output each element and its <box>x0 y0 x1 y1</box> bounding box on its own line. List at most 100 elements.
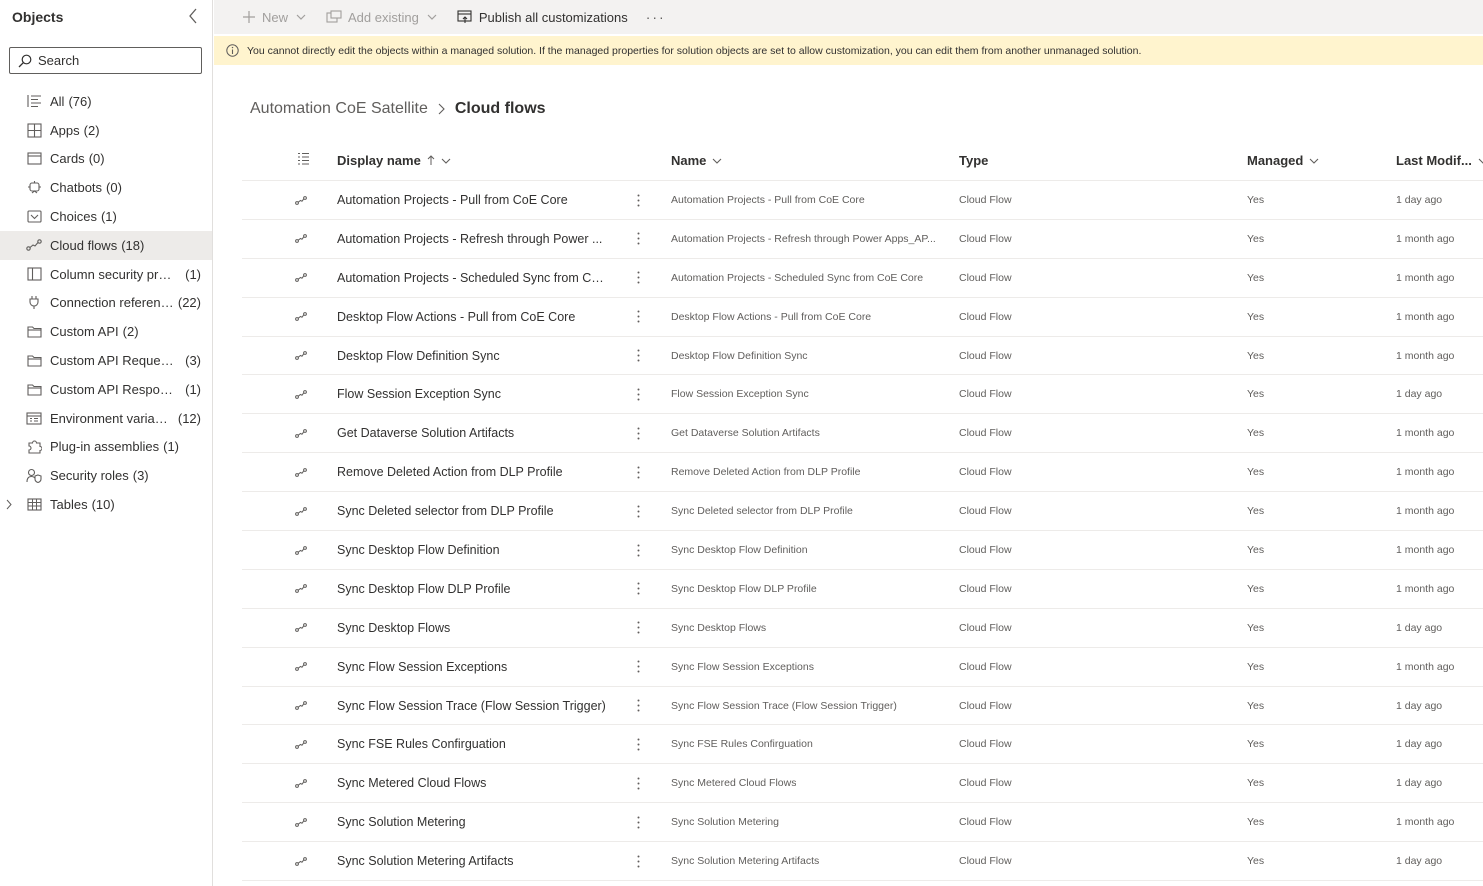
table-row[interactable]: Sync Deleted selector from DLP Profile Sy… <box>242 492 1483 532</box>
table-row[interactable]: Sync Desktop Flow Definition Sync Desktop… <box>242 531 1483 570</box>
object-type-list: All (76) Apps (2) Cards (0) Chatbots (0) Choices… <box>0 87 212 519</box>
display-name-cell[interactable]: Automation Projects - Pull from CoE Core <box>337 181 607 219</box>
row-more-options-button[interactable] <box>632 414 644 452</box>
row-more-options-button[interactable] <box>632 687 644 725</box>
display-name-text: Remove Deleted Action from DLP Profile <box>337 465 563 480</box>
table-row[interactable]: Sync Metered Cloud Flows Sync Metered Clo… <box>242 764 1483 804</box>
column-header-type[interactable]: Type <box>959 153 988 168</box>
sidebar-item-security-roles[interactable]: Security roles (3) <box>0 461 212 490</box>
row-more-options-button[interactable] <box>632 298 644 336</box>
column-header-name[interactable]: Name <box>671 153 722 168</box>
column-header-display-name[interactable]: Display name <box>337 153 451 168</box>
table-row[interactable]: Desktop Flow Actions - Pull from CoE Cor… <box>242 298 1483 337</box>
table-row[interactable]: Sync FSE Rules Confirguation Sync FSE Rul… <box>242 725 1483 765</box>
display-name-cell[interactable]: Get Dataverse Solution Artifacts <box>337 414 607 452</box>
display-name-cell[interactable]: Automation Projects - Refresh through Po… <box>337 220 607 258</box>
display-name-cell[interactable]: Sync Desktop Flow DLP Profile <box>337 570 607 608</box>
row-more-options-button[interactable] <box>632 453 644 491</box>
row-more-options-button[interactable] <box>632 259 644 297</box>
display-name-cell[interactable]: Sync Desktop Flow Definition <box>337 531 607 569</box>
display-name-cell[interactable]: Sync Solution Metering <box>337 803 607 841</box>
select-all-rows-button[interactable] <box>297 152 310 165</box>
table-row[interactable]: Sync Flow Session Exceptions Sync Flow Se… <box>242 648 1483 687</box>
sidebar-item-custom-api[interactable]: Custom API (2) <box>0 317 212 346</box>
display-name-cell[interactable]: Automation Projects - Scheduled Sync fro… <box>337 259 607 297</box>
row-more-options-button[interactable] <box>632 492 644 530</box>
flow-icon <box>295 298 311 336</box>
sidebar-item-cloud-flows[interactable]: Cloud flows (18) <box>0 230 212 260</box>
sidebar-item-cards[interactable]: Cards (0) <box>0 145 212 174</box>
row-more-options-button[interactable] <box>632 725 644 763</box>
display-name-cell[interactable]: Sync Deleted selector from DLP Profile <box>337 492 607 530</box>
column-header-managed[interactable]: Managed <box>1247 153 1319 168</box>
row-more-options-button[interactable] <box>632 609 644 647</box>
display-name-cell[interactable]: Sync FSE Rules Confirguation <box>337 725 607 763</box>
sidebar-item-tables[interactable]: Tables (10) <box>0 490 212 519</box>
add-existing-button[interactable]: Add existing <box>326 10 437 25</box>
more-commands-button[interactable]: ··· <box>646 9 666 25</box>
display-name-cell[interactable]: Sync Flow Session Trace (Flow Session Tr… <box>337 687 607 725</box>
new-button[interactable]: New <box>242 10 306 25</box>
display-name-cell[interactable]: Sync Metered Cloud Flows <box>337 764 607 802</box>
row-more-options-button[interactable] <box>632 531 644 569</box>
table-row[interactable]: Desktop Flow Definition Sync Desktop Flow… <box>242 337 1483 376</box>
table-row[interactable]: Sync Desktop Flows Sync Desktop Flows Clou… <box>242 609 1483 648</box>
managed-cell: Yes <box>1247 388 1265 401</box>
sidebar-item-custom-api-request[interactable]: Custom API Request ... (3) <box>0 346 212 375</box>
search-input[interactable] <box>38 53 188 68</box>
sidebar-item-column-security-profi[interactable]: Column security profi... (1) <box>0 260 212 289</box>
table-row[interactable]: Get Dataverse Solution Artifacts Get Data… <box>242 414 1483 454</box>
chevron-left-icon <box>189 8 197 24</box>
display-name-cell[interactable]: Sync Flow Session Exceptions <box>337 648 607 686</box>
display-name-text: Sync FSE Rules Confirguation <box>337 737 506 752</box>
last-modified-cell: 1 day ago <box>1396 738 1443 751</box>
table-row[interactable]: Sync Solution Metering Artifacts Sync Sol… <box>242 842 1483 882</box>
sidebar-item-count: (1) <box>100 209 117 225</box>
display-name-text: Get Dataverse Solution Artifacts <box>337 426 515 441</box>
table-row[interactable]: Sync Flow Session Trace (Flow Session Tr… <box>242 687 1483 726</box>
row-more-options-button[interactable] <box>632 648 644 686</box>
column-header-last-modified[interactable]: Last Modif... <box>1396 153 1483 168</box>
row-more-options-button[interactable] <box>632 220 644 258</box>
sidebar-item-plug-in-assemblies[interactable]: Plug-in assemblies (1) <box>0 433 212 462</box>
chevron-right-icon[interactable] <box>6 498 12 513</box>
search-box[interactable] <box>9 47 202 74</box>
display-name-cell[interactable]: Sync Solution Metering Artifacts <box>337 842 607 880</box>
sidebar-item-all[interactable]: All (76) <box>0 87 212 116</box>
sidebar-item-environment-variables[interactable]: Environment variables (12) <box>0 404 212 433</box>
table-row[interactable]: Flow Session Exception Sync Flow Session … <box>242 375 1483 415</box>
display-name-cell[interactable]: Desktop Flow Actions - Pull from CoE Cor… <box>337 298 607 336</box>
more-vertical-icon <box>637 855 639 868</box>
row-more-options-button[interactable] <box>632 803 644 841</box>
sidebar-item-chatbots[interactable]: Chatbots (0) <box>0 173 212 202</box>
more-vertical-icon <box>637 388 639 401</box>
display-name-cell[interactable]: Desktop Flow Definition Sync <box>337 337 607 375</box>
display-name-cell[interactable]: Sync Desktop Flows <box>337 609 607 647</box>
row-more-options-button[interactable] <box>632 375 644 413</box>
sidebar-item-connection-referenc[interactable]: Connection referenc... (22) <box>0 289 212 318</box>
row-more-options-button[interactable] <box>632 181 644 219</box>
table-row[interactable]: Automation Projects - Refresh through Po… <box>242 220 1483 259</box>
collapse-sidebar-button[interactable] <box>184 6 202 26</box>
sidebar-item-apps[interactable]: Apps (2) <box>0 116 212 145</box>
sidebar-item-custom-api-response[interactable]: Custom API Response... (1) <box>0 375 212 404</box>
type-cell: Cloud Flow <box>959 855 1012 868</box>
display-name-cell[interactable]: Remove Deleted Action from DLP Profile <box>337 453 607 491</box>
row-more-options-button[interactable] <box>632 570 644 608</box>
sidebar-item-choices[interactable]: Choices (1) <box>0 202 212 231</box>
row-more-options-button[interactable] <box>632 842 644 880</box>
table-row[interactable]: Automation Projects - Scheduled Sync fro… <box>242 259 1483 298</box>
display-name-cell[interactable]: Flow Session Exception Sync <box>337 375 607 413</box>
table-row[interactable]: Remove Deleted Action from DLP Profile Re… <box>242 453 1483 493</box>
name-text: Sync Metered Cloud Flows <box>671 777 797 790</box>
table-row[interactable]: Automation Projects - Pull from CoE Core… <box>242 181 1483 220</box>
breadcrumb-solution-link[interactable]: Automation CoE Satellite <box>250 100 428 118</box>
display-name-text: Sync Desktop Flow DLP Profile <box>337 581 511 596</box>
row-more-options-button[interactable] <box>632 764 644 802</box>
publish-all-button[interactable]: Publish all customizations <box>457 10 628 25</box>
table-row[interactable]: Sync Solution Metering Sync Solution Mete… <box>242 803 1483 843</box>
table-row[interactable]: Sync Desktop Flow DLP Profile Sync Deskto… <box>242 570 1483 609</box>
sidebar-item-label: Tables <box>50 497 88 513</box>
row-more-options-button[interactable] <box>632 337 644 375</box>
card-icon <box>26 151 42 167</box>
